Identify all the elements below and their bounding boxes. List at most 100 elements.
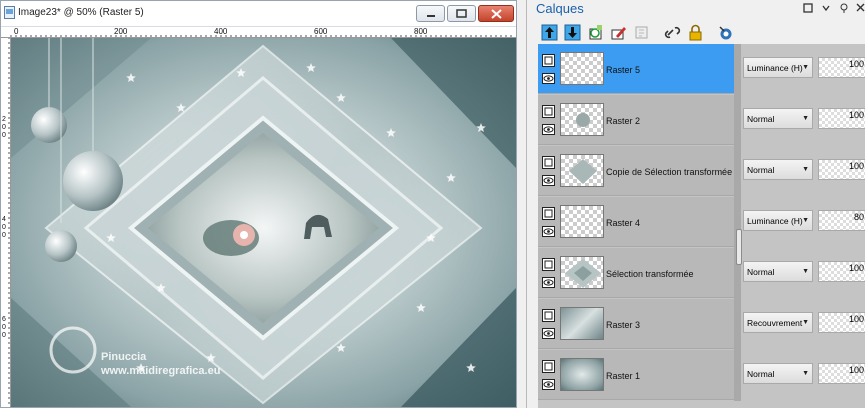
edit-layer-button[interactable] [609,23,628,42]
opacity-value: 100 [848,314,864,324]
blend-mode-value: Normal [747,267,775,277]
opacity-value: 100 [848,59,864,69]
horizontal-ruler: 0 200 400 600 800 [1,28,516,38]
ruler-label: 0 [2,124,6,131]
layer-type-icon [542,156,555,169]
ruler-label: 200 [114,28,128,36]
layer-row-raster-4[interactable]: Raster 4 Luminance (H) ▼ 80 [538,197,865,248]
panel-pin-icon[interactable] [839,3,849,13]
minimize-button[interactable] [416,5,445,22]
layer-name: Raster 3 [606,320,641,330]
close-icon [490,8,502,19]
layer-name: Sélection transformée [606,269,694,279]
opacity-field[interactable]: 100 [818,57,865,78]
app-root: Image23* @ 50% (Raster 5) 0 200 400 600 … [0,0,865,408]
layer-type-icon [542,360,555,373]
layer-thumbnail [560,307,604,340]
opacity-field[interactable]: 100 [818,108,865,129]
opacity-field[interactable]: 100 [818,363,865,384]
ornament-ball [45,230,77,262]
layer-thumbnail [560,358,604,391]
opacity-field[interactable]: 100 [818,261,865,282]
blend-mode-dropdown[interactable]: Normal ▼ [743,363,813,384]
layer-row-header[interactable]: Raster 3 [538,299,734,349]
visibility-eye-icon[interactable] [542,124,555,135]
visibility-eye-icon[interactable] [542,226,555,237]
minimize-icon [426,14,435,17]
layer-name: Raster 2 [606,116,641,126]
blend-mode-dropdown[interactable]: Normal ▼ [743,159,813,180]
properties-icon [635,26,648,39]
layers-list: Raster 5 Luminance (H) ▼ 100 Raster 2 Nor… [538,44,865,408]
blend-mode-dropdown[interactable]: Normal ▼ [743,108,813,129]
visibility-eye-icon[interactable] [542,73,555,84]
panel-maximize-icon[interactable] [803,3,813,13]
close-button[interactable] [478,5,514,22]
star-icon [336,93,346,102]
blend-mode-dropdown[interactable]: Luminance (H) ▼ [743,57,813,78]
move-layer-up-button[interactable] [540,23,559,42]
link-button[interactable] [663,23,682,42]
row-divider [734,299,741,350]
visibility-eye-icon[interactable] [542,277,555,288]
ornament-ball [63,151,123,211]
layer-type-icon [542,105,555,118]
layer-row-header[interactable]: Raster 1 [538,350,734,400]
document-icon [4,6,15,19]
ruler-label: 0 [2,132,6,139]
window-title: Image23* @ 50% (Raster 5) [18,7,144,18]
blend-mode-value: Normal [747,369,775,379]
ruler-ticks [10,35,512,37]
thumbnail-art [569,159,597,184]
opacity-field[interactable]: 100 [818,159,865,180]
watermark-url: www.maidiregrafica.eu [100,365,220,377]
layer-row-selection-transformee[interactable]: Sélection transformée Normal ▼ 100 [538,248,865,299]
panel-menu-chevron-icon[interactable] [822,4,830,12]
visibility-eye-icon[interactable] [542,328,555,339]
mask-button[interactable] [716,23,735,42]
opacity-field[interactable]: 80 [818,210,865,231]
properties-button[interactable] [632,23,651,42]
blend-mode-dropdown[interactable]: Recouvrement ▼ [743,312,813,333]
window-titlebar[interactable]: Image23* @ 50% (Raster 5) [1,1,516,27]
star-icon [126,73,136,82]
opacity-value: 100 [848,110,864,120]
maximize-button[interactable] [447,5,476,22]
layer-row-header[interactable]: Raster 5 [538,44,734,94]
watermark-name: Pinuccia [101,351,147,363]
flower-center [240,231,248,239]
blend-mode-dropdown[interactable]: Luminance (H) ▼ [743,210,813,231]
new-layer-button[interactable] [586,23,605,42]
star-icon [386,128,396,137]
move-layer-down-button[interactable] [563,23,582,42]
visibility-eye-icon[interactable] [542,175,555,186]
layer-row-raster-2[interactable]: Raster 2 Normal ▼ 100 [538,95,865,146]
dropdown-arrow-icon: ▼ [802,370,809,377]
panel-close-icon[interactable] [856,3,865,12]
layer-row-header[interactable]: Raster 4 [538,197,734,247]
layer-name: Copie de Sélection transformée [606,167,733,177]
layer-row-raster-3[interactable]: Raster 3 Recouvrement ▼ 100 [538,299,865,350]
dropdown-arrow-icon: ▼ [802,64,809,71]
opacity-field[interactable]: 100 [818,312,865,333]
layer-row-header[interactable]: Copie de Sélection transformée [538,146,734,196]
blend-mode-dropdown[interactable]: Normal ▼ [743,261,813,282]
layer-row-header[interactable]: Sélection transformée [538,248,734,298]
layer-row-raster-1[interactable]: Raster 1 Normal ▼ 100 [538,350,865,401]
image-canvas[interactable]: Pinuccia www.maidiregrafica.eu [11,38,516,407]
row-divider [734,146,741,197]
layer-name: Raster 4 [606,218,641,228]
opacity-value: 80 [853,212,864,222]
layer-thumbnail [560,103,604,136]
layer-row-header[interactable]: Raster 2 [538,95,734,145]
column-splitter-handle[interactable] [736,229,742,265]
star-icon [416,303,426,312]
mask-icon [719,26,732,40]
visibility-eye-icon[interactable] [542,379,555,390]
layer-row-raster-5[interactable]: Raster 5 Luminance (H) ▼ 100 [538,44,865,95]
blend-mode-value: Luminance (H) [747,216,803,226]
layer-row-copie-selection-transformee[interactable]: Copie de Sélection transformée Normal ▼ 1… [538,146,865,197]
lock-button[interactable] [686,23,705,42]
layer-type-icon [542,258,555,271]
thumbnail-art [576,113,590,127]
